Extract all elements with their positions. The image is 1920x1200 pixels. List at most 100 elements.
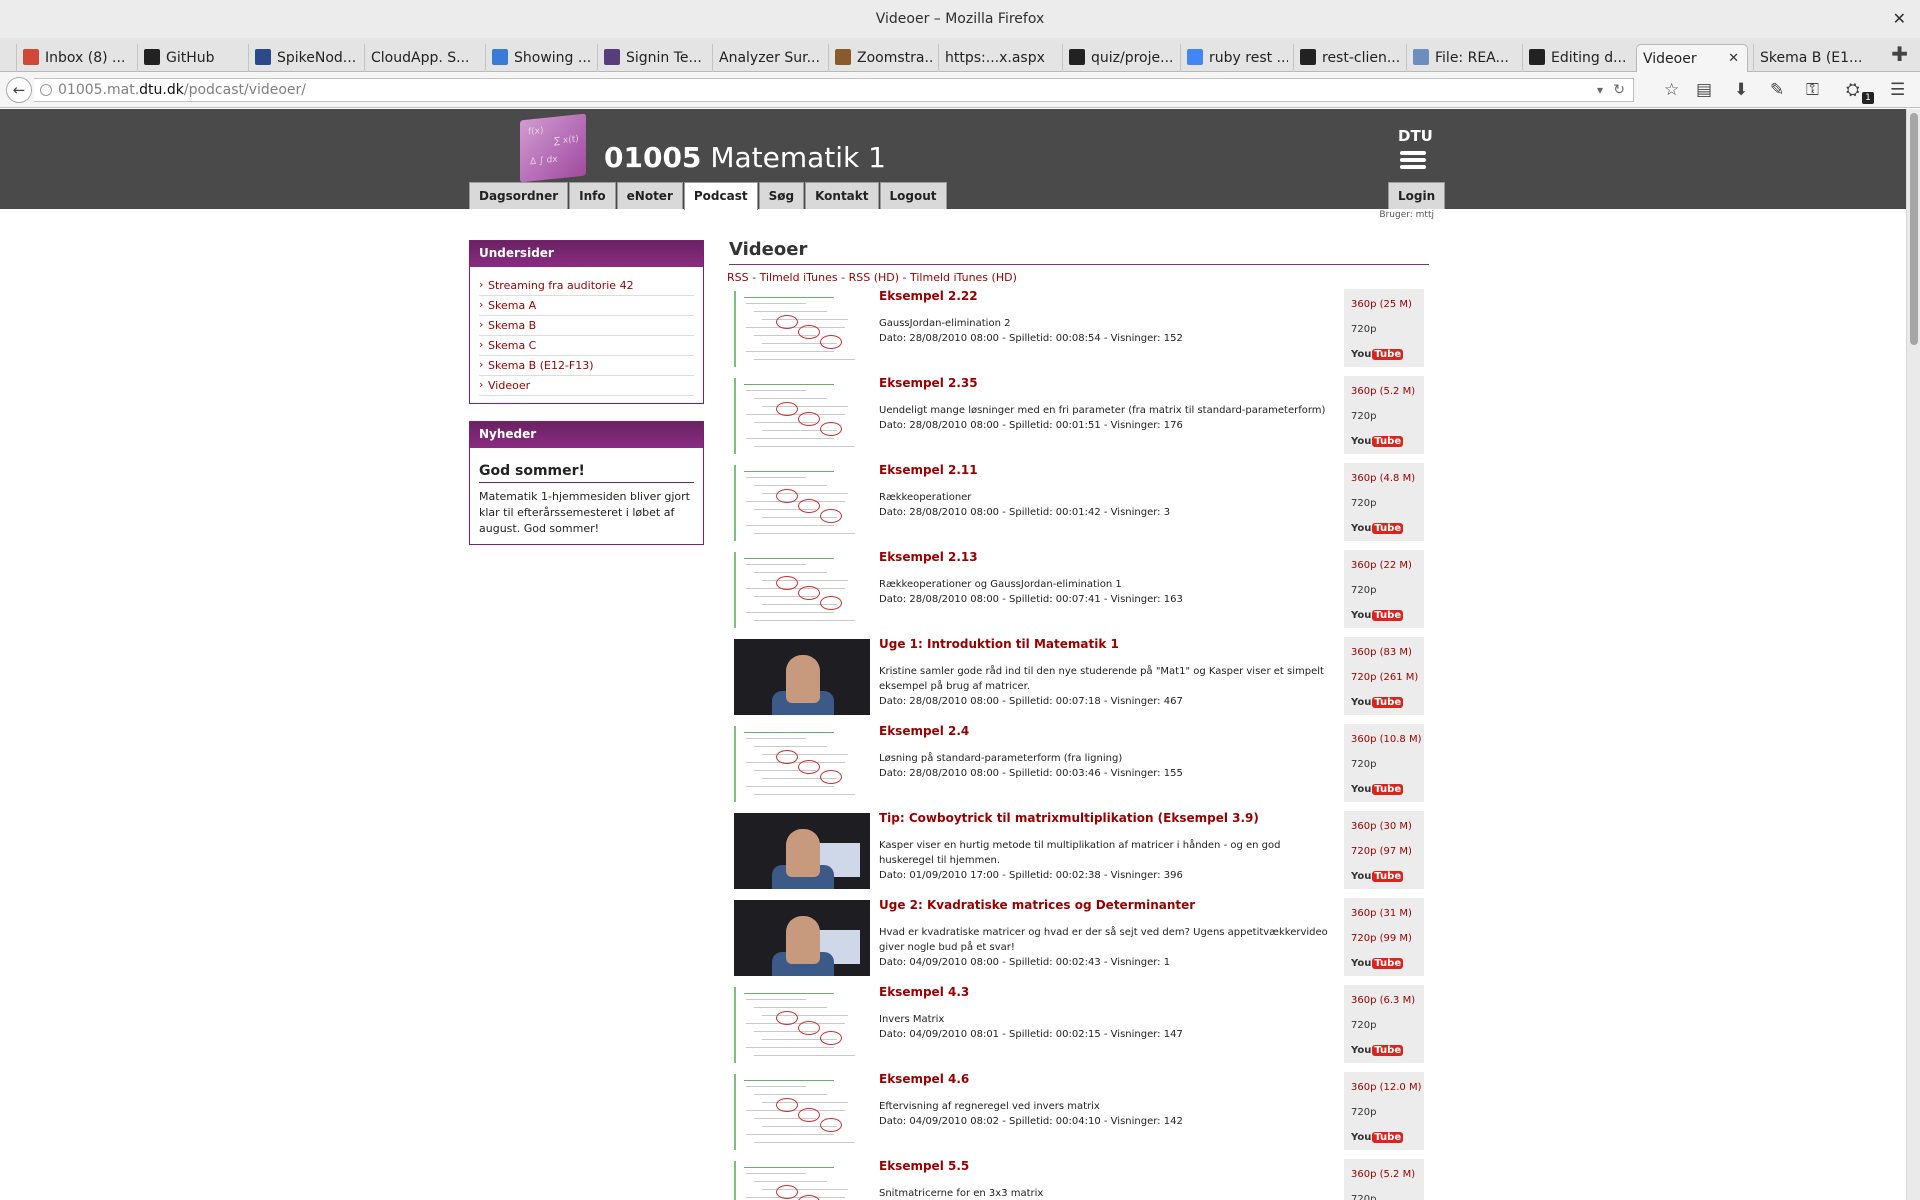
browser-tab[interactable]: quiz/proje... (1062, 44, 1175, 72)
feed-links[interactable]: RSS - Tilmeld iTunes - RSS (HD) - Tilmel… (727, 271, 1017, 284)
download-360p-link[interactable]: 360p (25 M) (1351, 292, 1424, 317)
video-title[interactable]: Eksempel 4.6 (879, 1072, 969, 1086)
downloads-icon[interactable]: ⬇ (1734, 80, 1748, 100)
browser-tab[interactable]: Editing d... (1522, 44, 1631, 72)
browser-tab[interactable]: File: REA... (1406, 44, 1517, 72)
tab-close-icon[interactable]: ✕ (1728, 45, 1739, 73)
video-title[interactable]: Eksempel 4.3 (879, 985, 969, 999)
youtube-icon[interactable]: You Tube (1351, 777, 1424, 802)
nav-tab[interactable]: Kontakt (805, 182, 879, 209)
youtube-icon[interactable]: You Tube (1351, 951, 1424, 976)
download-360p-link[interactable]: 360p (22 M) (1351, 553, 1424, 578)
download-360p-link[interactable]: 360p (4.8 M) (1351, 466, 1424, 491)
video-title[interactable]: Uge 2: Kvadratiske matrices og Determina… (879, 898, 1195, 912)
subpage-link[interactable]: Skema A (479, 296, 694, 316)
subpage-link[interactable]: Videoer (479, 376, 694, 396)
browser-tab[interactable]: Skema B (E1... (1753, 44, 1893, 72)
subpage-link[interactable]: Skema C (479, 336, 694, 356)
window-close-icon[interactable]: ✕ (1893, 0, 1906, 38)
scrollbar-thumb[interactable] (1910, 113, 1918, 345)
download-360p-link[interactable]: 360p (12.0 M) (1351, 1075, 1424, 1100)
nav-tab[interactable]: Logout (879, 182, 947, 209)
download-360p-link[interactable]: 360p (5.2 M) (1351, 1162, 1424, 1187)
video-thumbnail[interactable] (734, 552, 870, 628)
title-divider (729, 264, 1429, 265)
download-720p-link[interactable]: 720p (261 M) (1351, 665, 1424, 690)
browser-tab[interactable]: Showing ... (485, 44, 592, 72)
site-info-icon[interactable] (40, 84, 52, 96)
browser-tab[interactable]: CloudApp. S... (364, 44, 480, 72)
youtube-icon[interactable]: You Tube (1351, 516, 1424, 541)
download-360p-link[interactable]: 360p (30 M) (1351, 814, 1424, 839)
youtube-icon[interactable]: You Tube (1351, 603, 1424, 628)
extension-key-icon[interactable]: ⚿ (1806, 80, 1819, 100)
browser-tab-label: quiz/proje... (1091, 50, 1174, 66)
video-title[interactable]: Eksempel 2.13 (879, 550, 978, 564)
youtube-icon[interactable]: You Tube (1351, 690, 1424, 715)
video-thumbnail[interactable] (734, 1161, 870, 1200)
download-720p-link[interactable]: 720p (97 M) (1351, 839, 1424, 864)
nav-tab[interactable]: Dagsordner (469, 182, 569, 209)
login-button[interactable]: Login (1388, 182, 1446, 209)
video-thumbnail[interactable] (734, 465, 870, 541)
browser-tab[interactable]: Zoomstra... (828, 44, 933, 72)
download-360p-link[interactable]: 360p (83 M) (1351, 640, 1424, 665)
video-thumbnail[interactable] (734, 378, 870, 454)
tab-strip: Inbox (8) ... GitHub SpikeNod... CloudApp. … (0, 38, 1920, 73)
video-thumbnail[interactable] (734, 900, 870, 976)
browser-tab[interactable]: Analyzer Sur... (712, 44, 822, 72)
menu-icon[interactable]: ☰ (1890, 80, 1905, 100)
video-title[interactable]: Eksempel 2.4 (879, 724, 969, 738)
browser-tab[interactable]: rest-clien... (1293, 44, 1401, 72)
url-path: /podcast/videoer/ (183, 82, 307, 98)
youtube-icon[interactable]: You Tube (1351, 864, 1424, 889)
video-thumbnail[interactable] (734, 813, 870, 889)
youtube-icon[interactable]: You Tube (1351, 429, 1424, 454)
video-title[interactable]: Eksempel 2.11 (879, 463, 978, 477)
video-title[interactable]: Eksempel 2.35 (879, 376, 978, 390)
browser-tab[interactable]: Videoer ✕ (1636, 44, 1748, 73)
video-thumbnail[interactable] (734, 987, 870, 1063)
course-code: 01005 (604, 141, 702, 174)
download-360p-link[interactable]: 360p (31 M) (1351, 901, 1424, 926)
subpage-link[interactable]: Skema B (479, 316, 694, 336)
video-title[interactable]: Uge 1: Introduktion til Matematik 1 (879, 637, 1119, 651)
browser-tab[interactable]: SpikeNod... (248, 44, 359, 72)
subpage-link[interactable]: Skema B (E12-F13) (479, 356, 694, 376)
browser-tab[interactable]: GitHub (137, 44, 243, 72)
extension-account-icon[interactable]: ⛭ (1846, 80, 1860, 100)
bookmark-star-icon[interactable]: ☆ (1664, 80, 1679, 100)
browser-tab[interactable]: https:...x.aspx (938, 44, 1057, 72)
video-thumbnail[interactable] (734, 726, 870, 802)
download-360p-link[interactable]: 360p (10.8 M) (1351, 727, 1424, 752)
download-360p-link[interactable]: 360p (5.2 M) (1351, 379, 1424, 404)
video-title[interactable]: Eksempel 5.5 (879, 1159, 969, 1173)
video-title[interactable]: Tip: Cowboytrick til matrixmultiplikatio… (879, 811, 1259, 825)
back-button[interactable]: ← (6, 77, 32, 103)
browser-tab[interactable]: ruby rest ... (1180, 44, 1288, 72)
youtube-icon[interactable]: You Tube (1351, 342, 1424, 367)
nav-tab[interactable]: eNoter (616, 182, 683, 209)
page-scrollbar[interactable] (1906, 109, 1920, 1200)
nav-tab[interactable]: Søg (758, 182, 805, 209)
reload-icon[interactable]: ↻ (1613, 79, 1625, 101)
url-bar[interactable]: 01005.mat.dtu.dk/podcast/videoer/ ▾ ↻ (34, 78, 1634, 102)
video-thumbnail[interactable] (734, 1074, 870, 1150)
video-title[interactable]: Eksempel 2.22 (879, 289, 978, 303)
browser-tab[interactable]: Inbox (8) ... (16, 44, 131, 72)
subpage-link[interactable]: Streaming fra auditorie 42 (479, 276, 694, 296)
video-thumbnail[interactable] (734, 291, 870, 367)
extension-pen-icon[interactable]: ✎ (1770, 80, 1784, 100)
browser-tab[interactable]: Signin Te... (597, 44, 707, 72)
youtube-icon[interactable]: You Tube (1351, 1038, 1424, 1063)
nav-tab[interactable]: Info (569, 182, 616, 209)
new-tab-icon[interactable]: ✚ (1891, 42, 1908, 66)
download-720p-link[interactable]: 720p (99 M) (1351, 926, 1424, 951)
nav-tab[interactable]: Podcast (683, 182, 758, 210)
reading-list-icon[interactable]: ▤ (1696, 80, 1712, 100)
url-history-dropdown-icon[interactable]: ▾ (1597, 79, 1603, 101)
course-logo[interactable]: f(x) ∑ x(t) Δ ∫ dx (520, 113, 586, 183)
video-thumbnail[interactable] (734, 639, 870, 715)
youtube-icon[interactable]: You Tube (1351, 1125, 1424, 1150)
download-360p-link[interactable]: 360p (6.3 M) (1351, 988, 1424, 1013)
